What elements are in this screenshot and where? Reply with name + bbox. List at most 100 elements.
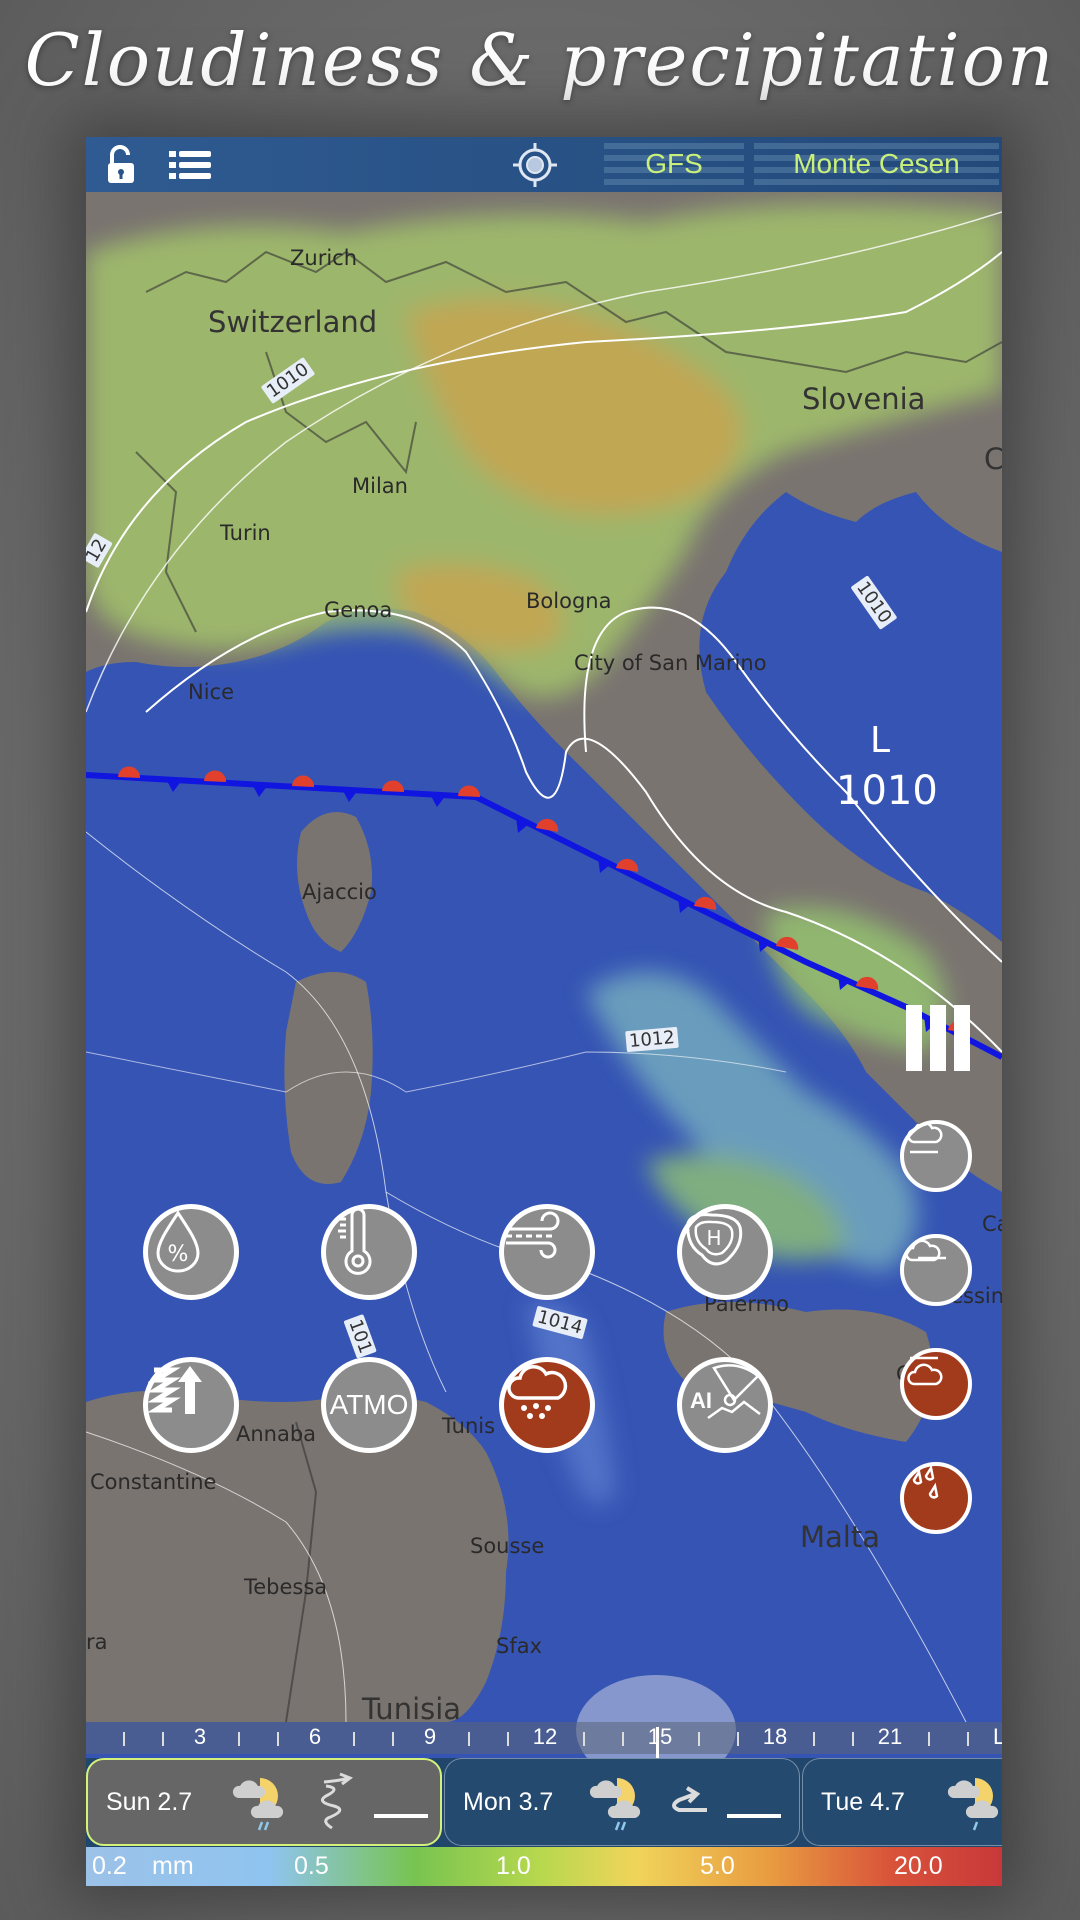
map-label-country: Tunisia [362,1692,462,1726]
map-label-city: Constantine [90,1470,217,1494]
timeline-hour-label: 15 [647,1724,673,1749]
map-label-country: C [984,442,1002,476]
weather-map[interactable]: Zurich Switzerland Slovenia Milan Turin … [86,192,1002,1726]
svg-text:%: % [168,1242,189,1267]
unlocked-padlock-icon[interactable] [104,145,138,185]
layer-button-cloud-precip[interactable] [499,1357,595,1453]
legend-stop: 1.0 [496,1852,531,1880]
timeline-hour-label: 6 [308,1724,322,1749]
map-label-city: ra [86,1630,108,1654]
pause-bar-icon [906,1005,922,1071]
legend-unit: mm [152,1852,194,1880]
timeline-hour-label: LT [992,1724,1002,1749]
partly-cloudy-rain-icon [232,1778,284,1831]
side-button-mid-cloud[interactable] [900,1234,972,1306]
app-frame: GFS Monte Cesen Zurich Switzerland Slove… [86,137,1002,1886]
map-label-city: Sfax [496,1634,543,1658]
day-card-tue[interactable]: Tue 4.7 [802,1758,1002,1846]
wind-icon [506,1211,560,1259]
map-label-country: Malta [800,1520,880,1554]
wind-arrow-icon [672,1786,707,1812]
timeline-hour-label: 18 [762,1724,788,1749]
thermometer-icon [338,1209,372,1275]
map-canvas [86,192,1002,1722]
side-button-high-cloud[interactable] [900,1120,972,1192]
map-label-city: Annaba [236,1422,317,1446]
timeline-tick [161,1732,164,1746]
layer-button-atmo[interactable]: ATMO [321,1357,417,1453]
timeline-tick [123,1732,126,1746]
timeline-tick [698,1732,701,1746]
paraglider-icon [707,1364,761,1420]
pressure-center-type: L [870,720,891,761]
pause-bar-icon [930,1005,946,1071]
promo-title: Cloudiness & precipitation [24,18,1056,102]
time-cursor [656,1727,659,1759]
timeline-tick [468,1732,471,1746]
isobar-label: 1012 [625,1026,679,1053]
day-selector: Sun 2.7 Mon 3.7 Tue 4.7 [86,1758,1002,1848]
day-card-sun[interactable]: Sun 2.7 [86,1758,442,1846]
map-label-city: City of San Marino [574,651,767,675]
rain-drops-icon [912,1466,939,1499]
cloud-below-line-icon [907,1356,943,1386]
day-label: Sun 2.7 [106,1787,193,1816]
timeline-tick [238,1732,241,1746]
map-label-city: Turin [220,521,271,545]
timeline-tick [928,1732,931,1746]
layer-button-humidity[interactable]: % [143,1204,239,1300]
timeline-tick [966,1732,969,1746]
partly-cloudy-rain-icon [947,1778,999,1831]
model-selector[interactable]: GFS [604,143,744,185]
timeline-tick [813,1732,816,1746]
timeline-tick [506,1732,509,1746]
wind-value-placeholder [374,1814,428,1818]
location-selector[interactable]: Monte Cesen [754,143,999,185]
map-label-city: Ajaccio [302,880,377,904]
list-menu-icon[interactable] [168,145,212,185]
side-button-precipitation[interactable] [900,1462,972,1534]
wind-gust-icon [320,1772,354,1830]
day-card-mon[interactable]: Mon 3.7 [444,1758,800,1846]
svg-text:H: H [706,1226,721,1250]
wind-value-placeholder [727,1814,781,1818]
high-pressure-icon: H [686,1213,743,1266]
map-label-city: Tunis [442,1414,496,1438]
timeline-tick [276,1732,279,1746]
timeline-tick [353,1732,356,1746]
partly-cloudy-rain-icon [589,1778,641,1831]
map-label-city: Bologna [526,589,612,613]
legend-stop: 0.5 [294,1852,329,1880]
legend-stop: 0.2 [92,1852,127,1880]
cloud-on-line-icon [905,1239,946,1262]
map-label-city: Milan [352,474,408,498]
layer-button-temperature[interactable] [321,1204,417,1300]
timeline-hour-label: 12 [532,1724,558,1749]
hour-timeline[interactable]: 3 6 9 12 15 18 21 LT [86,1722,1002,1754]
map-label-country: Switzerland [208,305,378,339]
side-button-low-cloud[interactable] [900,1348,972,1420]
map-label-country: Slovenia [802,382,926,416]
map-label-city: Zurich [290,246,358,270]
map-label-city: Tebessa [244,1575,328,1599]
timeline-hour-label: 21 [877,1724,903,1749]
layer-button-wind[interactable] [499,1204,595,1300]
timeline-hour-label: 9 [423,1724,437,1749]
crosshair-location-icon[interactable] [510,141,560,189]
layer-button-thermals[interactable] [143,1357,239,1453]
legend-stop: 20.0 [894,1852,943,1880]
layer-button-ai-paragliding[interactable]: AI [677,1357,773,1453]
pause-animation-button[interactable] [906,1005,970,1071]
map-label-city: Genoa [324,598,393,622]
map-label-city: Ca [982,1212,1002,1236]
map-label-city: Sousse [470,1534,545,1558]
timeline-tick [736,1732,739,1746]
map-label-city: Nice [188,680,235,704]
timeline-tick [391,1732,394,1746]
cloud-rain-icon [507,1365,568,1419]
legend-stop: 5.0 [700,1852,735,1880]
cloud-above-line-icon [907,1124,943,1154]
day-label: Mon 3.7 [463,1787,554,1816]
timeline-tick [583,1732,586,1746]
layer-button-pressure[interactable]: H [677,1204,773,1300]
